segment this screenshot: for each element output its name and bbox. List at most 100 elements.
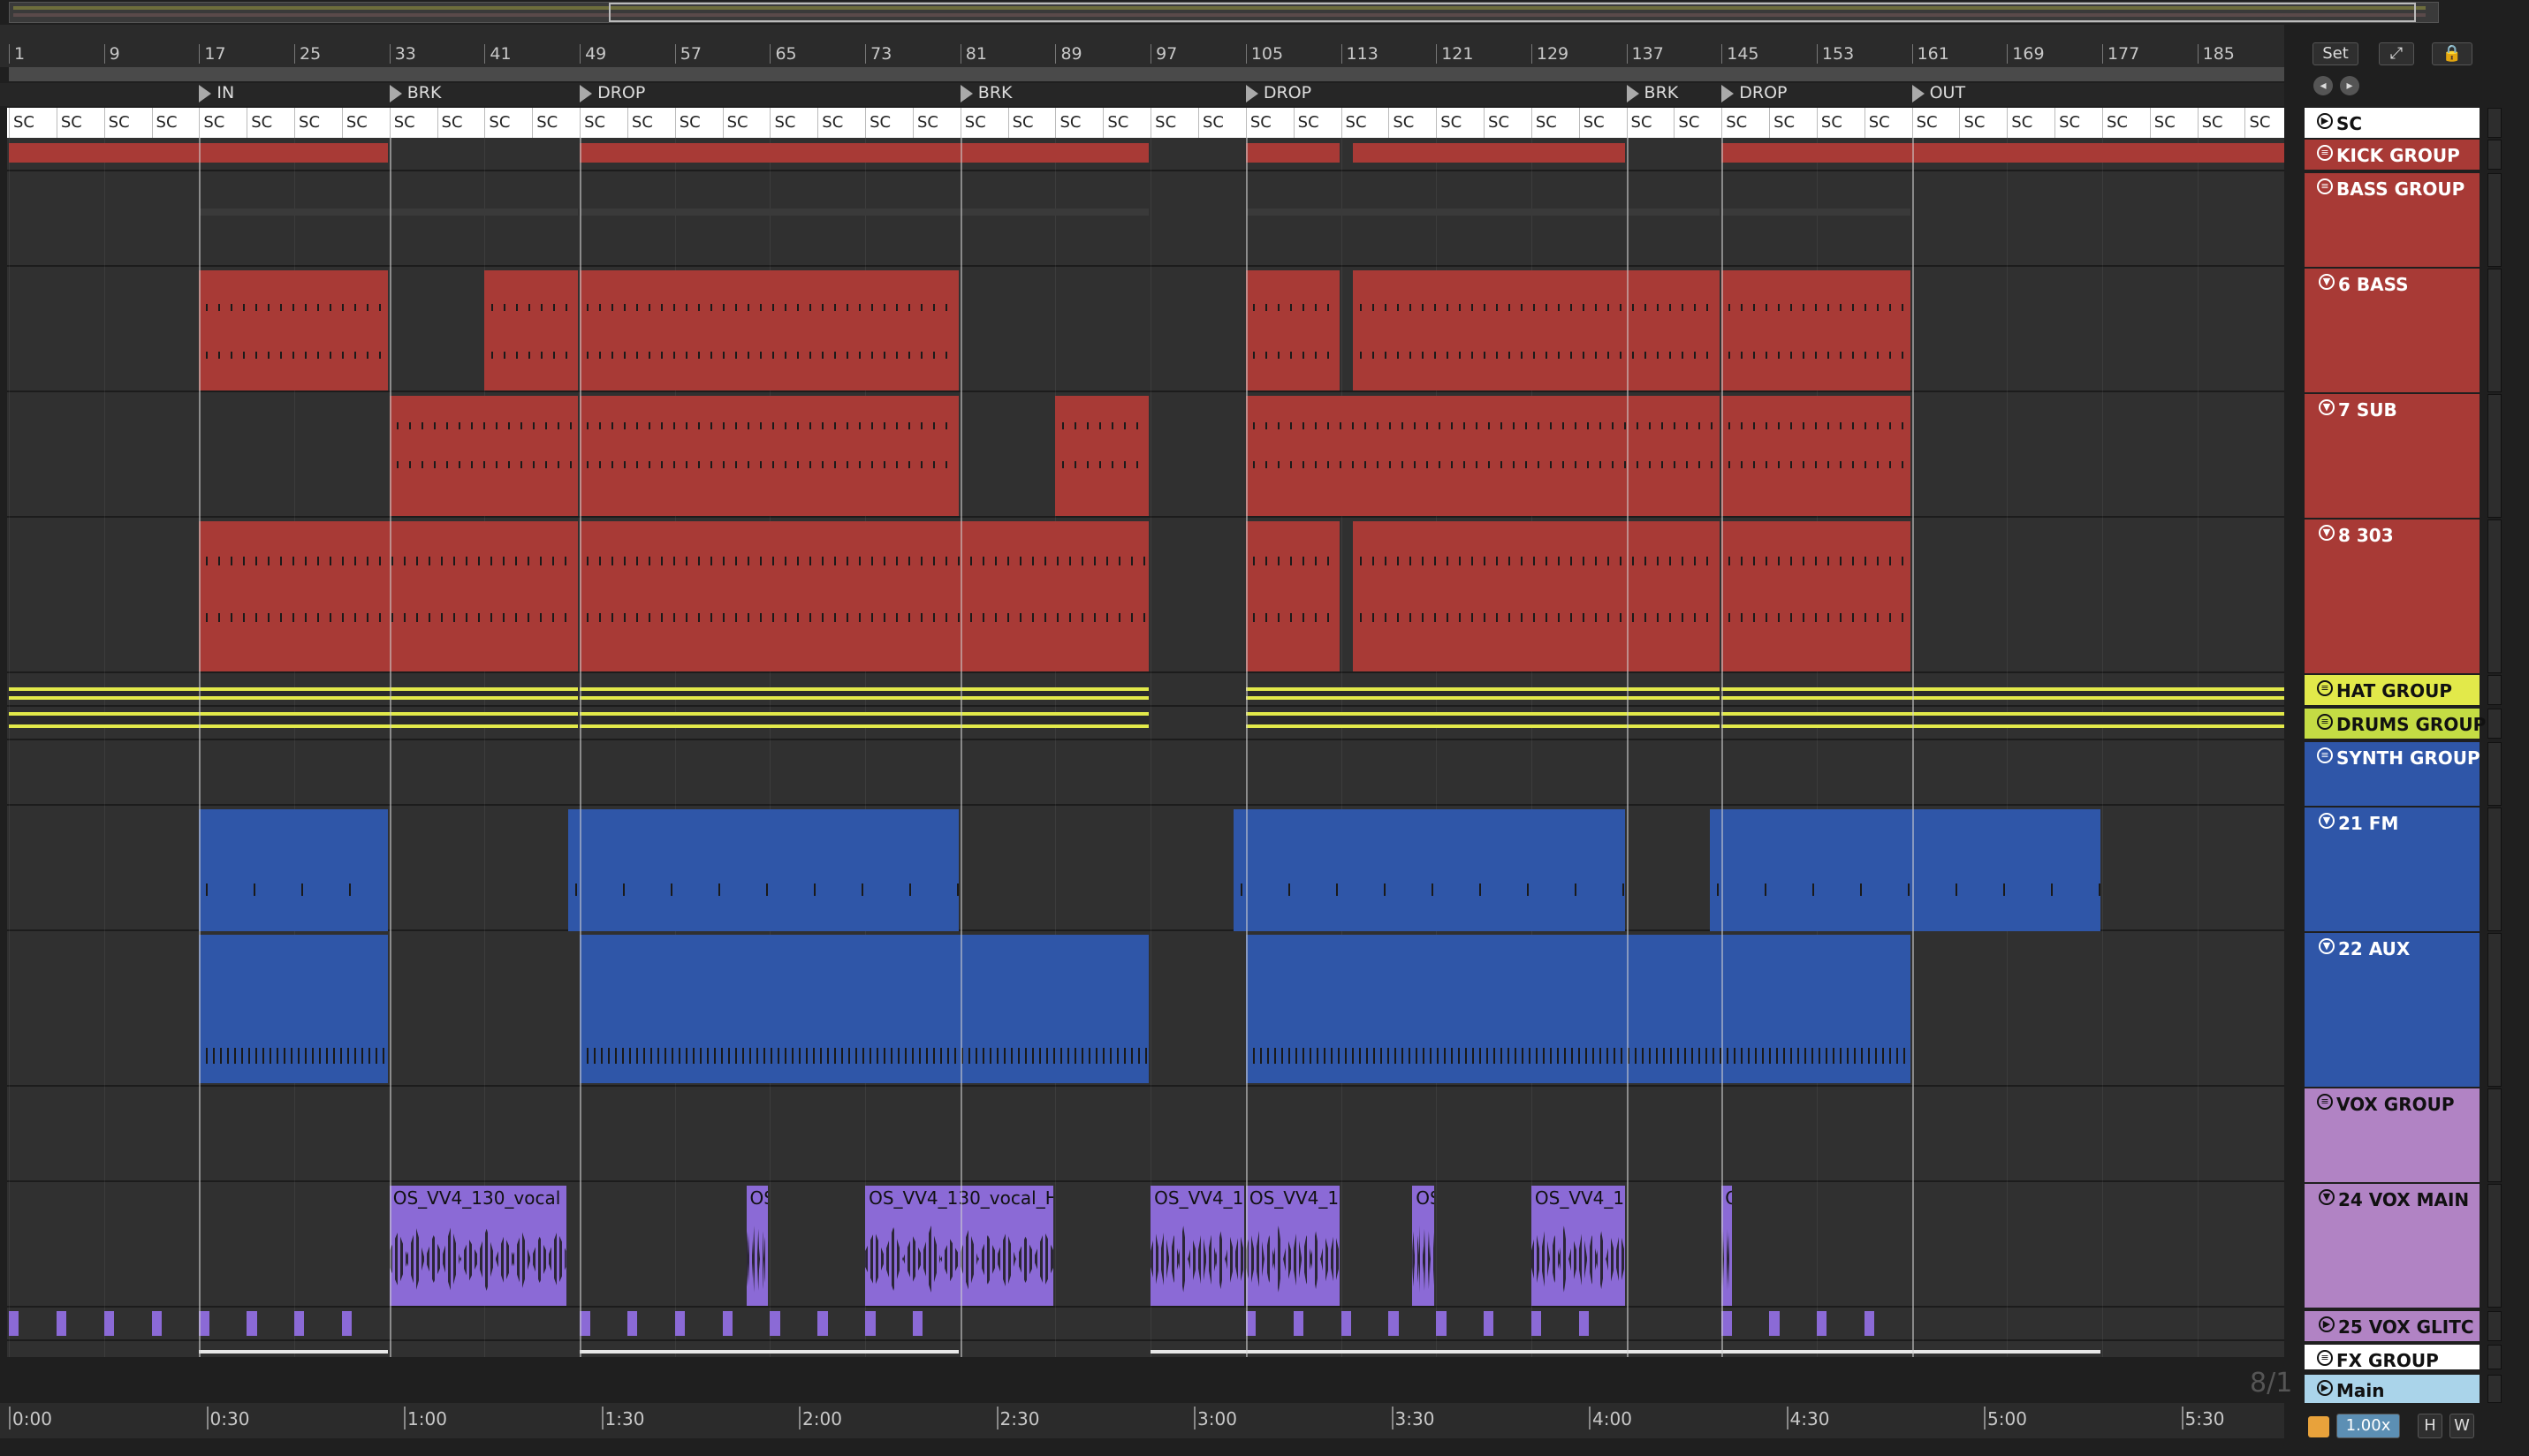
acid-303-clip[interactable] [1352, 521, 1720, 671]
bass-6-clip[interactable] [1245, 270, 1340, 391]
lock-icon[interactable]: 🔒 [2432, 42, 2472, 65]
vox-glitch-clip[interactable] [341, 1311, 353, 1336]
bass-6-clip[interactable] [1352, 270, 1720, 391]
vox-glitch-clip[interactable] [1769, 1311, 1780, 1336]
kick-clip[interactable] [1245, 143, 1340, 163]
lane-vox-group[interactable] [7, 1087, 2284, 1182]
locator-marker[interactable]: BRK [960, 83, 1013, 106]
track-header-drums-group[interactable]: ≡ DRUMS GROUP [2305, 709, 2486, 739]
vox-glitch-clip[interactable] [1436, 1311, 1447, 1336]
fm-21-clip[interactable] [199, 809, 388, 931]
sc-clip[interactable]: SC [532, 108, 580, 138]
fx-group-clip[interactable] [580, 1350, 959, 1354]
track-header-sub-7[interactable]: ▼ 7 SUB [2305, 394, 2480, 518]
sc-clip[interactable]: SC [770, 108, 817, 138]
bass-6-clip[interactable] [580, 270, 959, 391]
drums-group-clip[interactable] [1245, 712, 1720, 728]
fold-icon[interactable]: ▼ [2319, 399, 2335, 415]
sub-7-clip[interactable] [1055, 396, 1150, 516]
fold-icon[interactable]: ▼ [2319, 525, 2335, 541]
vox-glitch-clip[interactable] [103, 1311, 115, 1336]
aux-22-clip[interactable] [580, 935, 1150, 1083]
group-icon[interactable]: ≡ [2317, 680, 2333, 696]
acid-303-clip[interactable] [1245, 521, 1340, 671]
sc-clip[interactable]: SC [1721, 108, 1769, 138]
sub-7-clip[interactable] [580, 396, 959, 516]
lane-fx-group[interactable] [7, 1341, 2284, 1357]
vox-glitch-clip[interactable] [865, 1311, 876, 1336]
vox-glitch-clip[interactable] [1816, 1311, 1827, 1336]
sc-clip[interactable]: SC [1484, 108, 1531, 138]
vox-glitch-clip[interactable] [1340, 1311, 1351, 1336]
kick-clip[interactable] [1352, 143, 1625, 163]
set-button[interactable]: Set [2313, 42, 2358, 65]
fold-icon[interactable]: ▼ [2319, 813, 2335, 829]
sc-clip[interactable]: SC [151, 108, 200, 138]
locator-marker[interactable]: OUT [1911, 83, 1965, 106]
sub-7-clip[interactable] [389, 396, 579, 516]
vox-glitch-clip[interactable] [1484, 1311, 1494, 1336]
sc-clip[interactable]: SC [2054, 108, 2102, 138]
aux-22-clip[interactable] [199, 935, 388, 1083]
drums-group-clip[interactable] [1721, 712, 2284, 728]
vox-glitch-clip[interactable] [674, 1311, 686, 1336]
vox-glitch-clip[interactable] [912, 1311, 923, 1336]
track-header-bass-6[interactable]: ▼ 6 BASS [2305, 269, 2480, 392]
track-header-synth-group[interactable]: ≡ SYNTH GROUP [2305, 742, 2480, 806]
lane-24-vox-main[interactable] [7, 1182, 2284, 1308]
drums-group-clip[interactable] [9, 712, 579, 728]
play-icon[interactable]: ▶ [2317, 1380, 2333, 1396]
locator-marker[interactable]: BRK [389, 83, 441, 106]
lane-bass-group[interactable] [7, 171, 2284, 267]
track-lanes[interactable]: OS_VV4_130_vocal OS OS_VV4_130_vocal_H OS_V… [7, 138, 2284, 1357]
fx-group-clip[interactable] [1151, 1350, 2100, 1354]
sc-clip[interactable]: SC [1864, 108, 1912, 138]
acid-303-clip[interactable] [580, 521, 1150, 671]
sc-clip[interactable]: SC [1007, 108, 1056, 138]
aux-22-clip[interactable] [1245, 935, 1910, 1083]
arrangement-overview[interactable] [9, 2, 2439, 23]
sc-clip[interactable]: SC [1055, 108, 1103, 138]
sc-clip[interactable]: SC [437, 108, 485, 138]
sc-clip[interactable]: SC [1911, 108, 1960, 138]
sc-clip[interactable]: SC [2101, 108, 2150, 138]
sc-clip[interactable]: SC [1198, 108, 1246, 138]
bass-group-summary[interactable] [580, 209, 1150, 216]
sc-clip[interactable]: SC [56, 108, 104, 138]
vox-glitch-clip[interactable] [56, 1311, 67, 1336]
bass-group-summary[interactable] [1245, 209, 1720, 216]
vox-glitch-clip[interactable] [627, 1311, 638, 1336]
vox-main-audio-clip[interactable]: OS_VV4_130_vocal [389, 1186, 566, 1306]
group-icon[interactable]: ≡ [2317, 145, 2333, 161]
locator-marker[interactable]: DROP [1245, 83, 1311, 106]
sc-clip[interactable]: SC [1151, 108, 1198, 138]
bass-6-clip[interactable] [1721, 270, 1910, 391]
time-ruler[interactable] [0, 1403, 2284, 1438]
sc-clip[interactable]: SC [817, 108, 865, 138]
sc-clip[interactable]: SC [2244, 108, 2292, 138]
expand-icon[interactable]: ⤢ [2379, 42, 2414, 65]
kick-clip[interactable] [9, 143, 388, 163]
sc-clip[interactable]: SC [341, 108, 390, 138]
kick-clip[interactable] [580, 143, 1150, 163]
sc-clip[interactable]: SC [1436, 108, 1484, 138]
fx-group-clip[interactable] [199, 1350, 388, 1354]
locator-marker[interactable]: DROP [1721, 83, 1787, 106]
sc-clip[interactable]: SC [722, 108, 771, 138]
group-icon[interactable]: ≡ [2317, 714, 2333, 730]
vox-main-audio-clip[interactable]: OS_VV4_130_vocal_H [865, 1186, 1054, 1306]
sc-clip[interactable]: SC [2197, 108, 2245, 138]
sc-clip[interactable]: SC [912, 108, 961, 138]
locator-marker[interactable]: IN [199, 83, 234, 106]
loop-brace[interactable] [9, 67, 2284, 81]
bass-group-summary[interactable] [1721, 209, 1910, 216]
sc-clip[interactable]: SC [580, 108, 627, 138]
vox-glitch-clip[interactable] [247, 1311, 257, 1336]
fold-icon[interactable]: ▼ [2319, 1189, 2335, 1205]
track-header-vox-group[interactable]: ≡ VOX GROUP [2305, 1088, 2480, 1182]
fm-21-clip[interactable] [1709, 809, 2100, 931]
sc-clip[interactable]: SC [1959, 108, 2007, 138]
sc-clip[interactable]: SC [1769, 108, 1817, 138]
track-header-main[interactable]: ▶ Main [2305, 1375, 2480, 1403]
lane-synth-group[interactable] [7, 740, 2284, 806]
